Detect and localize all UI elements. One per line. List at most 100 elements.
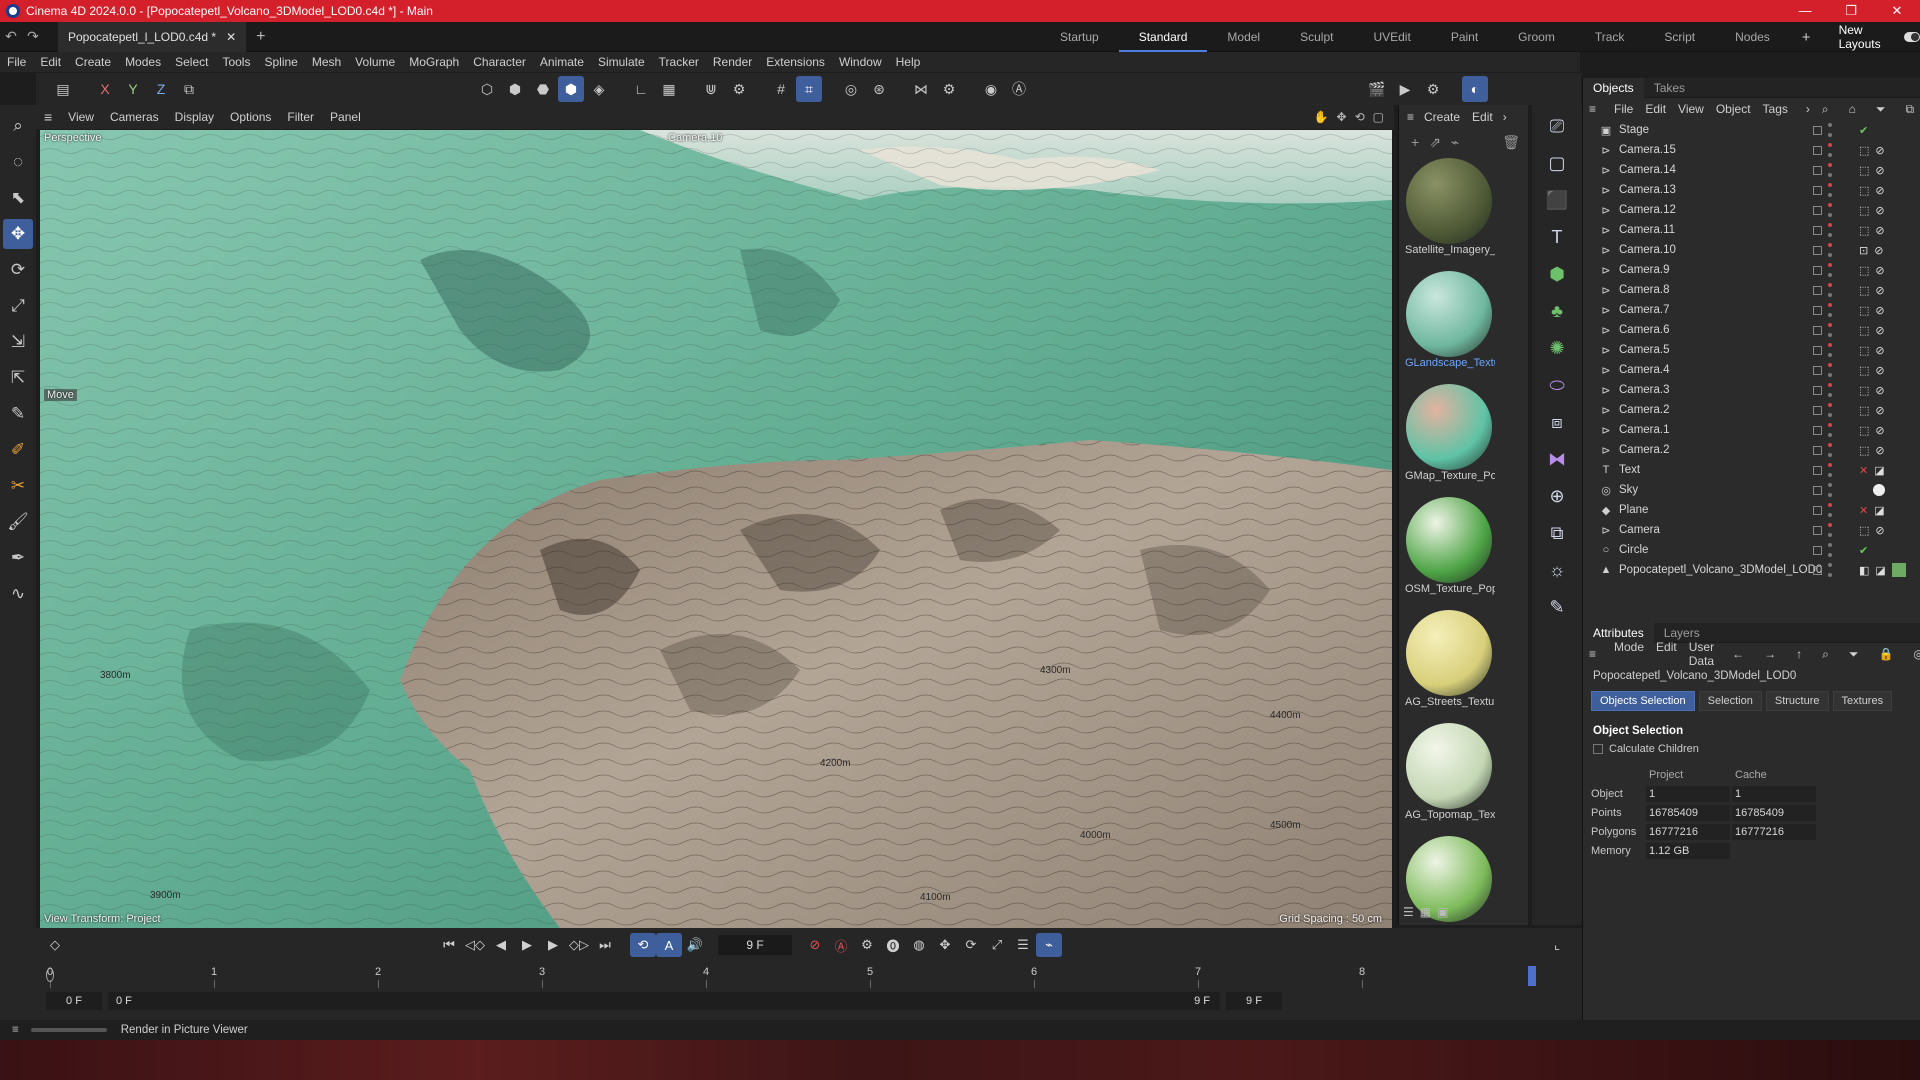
object-row[interactable]: ⊳ Camera.4 ⬚ ⊘	[1583, 360, 1920, 380]
next-key-icon[interactable]: ◇▷	[566, 933, 592, 957]
visibility-dots-icon[interactable]	[1826, 183, 1833, 197]
object-row[interactable]: ⊳ Camera.14 ⬚ ⊘	[1583, 160, 1920, 180]
layer-checkbox-icon[interactable]	[1813, 445, 1822, 455]
deformer-icon[interactable]: ⬭	[1540, 368, 1574, 402]
workplane-icon[interactable]: #	[768, 76, 794, 102]
object-row[interactable]: ⊳ Camera.7 ⬚ ⊘	[1583, 300, 1920, 320]
viewport-solo-icon[interactable]: ◉	[978, 76, 1004, 102]
protection-tag-icon[interactable]: ⊘	[1875, 284, 1884, 297]
visibility-dots-icon[interactable]	[1826, 383, 1833, 397]
edit-icon[interactable]: ✎	[1540, 590, 1574, 624]
material-swatch[interactable]: AG_Topomap_Tex	[1403, 723, 1495, 833]
visibility-dots-icon[interactable]	[1826, 463, 1833, 477]
scale-tool-icon[interactable]: ⤢	[3, 291, 33, 321]
attributes-tab-layers[interactable]: Layers	[1654, 626, 1710, 640]
protection-tag-icon[interactable]: ⊘	[1874, 244, 1883, 257]
visibility-dots-icon[interactable]	[1826, 203, 1833, 217]
spline-pen-icon[interactable]: ✎	[3, 399, 33, 429]
protection-tag-icon[interactable]: ⊘	[1875, 204, 1884, 217]
camera-target-icon[interactable]: ⬚	[1859, 524, 1869, 537]
layer-checkbox-icon[interactable]	[1813, 365, 1822, 375]
soft-selection-icon[interactable]: ◎	[838, 76, 864, 102]
material-swatch[interactable]: GMap_Texture_Po	[1403, 384, 1495, 494]
close-icon[interactable]: ✕	[1874, 3, 1920, 19]
visibility-dots-icon[interactable]	[1826, 323, 1833, 337]
viewport-menu-cameras[interactable]: Cameras	[102, 110, 167, 124]
protection-tag-icon[interactable]: ⊘	[1875, 404, 1884, 417]
camera-target-icon[interactable]: ⬚	[1859, 204, 1869, 217]
up-arrow-icon[interactable]: ↑	[1790, 647, 1808, 662]
layout-tab-paint[interactable]: Paint	[1431, 22, 1498, 52]
menu-tools[interactable]: Tools	[215, 55, 257, 69]
layer-checkbox-icon[interactable]	[1813, 525, 1822, 535]
layer-checkbox-icon[interactable]	[1813, 285, 1822, 295]
effector-icon[interactable]: ✺	[1540, 331, 1574, 365]
camera-target-icon[interactable]: ⬚	[1859, 284, 1869, 297]
camera-target-icon[interactable]: ⬚	[1859, 164, 1869, 177]
model-mode-icon[interactable]: ⬢	[558, 76, 584, 102]
playhead[interactable]	[1528, 966, 1536, 986]
layer-checkbox-icon[interactable]	[1813, 225, 1822, 235]
viewport-move-icon[interactable]: ✥	[1337, 110, 1347, 124]
attr-settings-icon[interactable]: ◎	[1907, 647, 1920, 662]
keyframe-icon[interactable]: ◇	[42, 933, 68, 957]
generator-icon[interactable]: ⬢	[1540, 257, 1574, 291]
filter-icon[interactable]: ⏷	[1870, 102, 1892, 117]
keyframe-selection-icon[interactable]: ⓿	[880, 933, 906, 957]
attr-button-selection[interactable]: Selection	[1698, 691, 1762, 711]
rotation-key-icon[interactable]: ⟳	[958, 933, 984, 957]
enabled-check-icon[interactable]: ✔	[1859, 544, 1868, 557]
objects-menu-object[interactable]: Object	[1710, 102, 1757, 116]
disabled-cross-icon[interactable]: ✕	[1859, 504, 1868, 517]
zoom-search-icon[interactable]: ⌕	[3, 111, 33, 141]
redo-icon[interactable]: ↷	[22, 28, 44, 45]
menu-spline[interactable]: Spline	[257, 55, 304, 69]
uvw-tag-icon[interactable]: ◪	[1875, 564, 1885, 577]
layer-checkbox-icon[interactable]	[1813, 125, 1822, 135]
visibility-dots-icon[interactable]	[1826, 343, 1833, 357]
layer-checkbox-icon[interactable]	[1813, 385, 1822, 395]
lock-icon[interactable]: 🔒	[1872, 647, 1899, 662]
camera-object-icon[interactable]: ⎚	[1540, 109, 1574, 143]
new-layouts-toggle[interactable]	[1904, 32, 1920, 42]
menu-extensions[interactable]: Extensions	[759, 55, 832, 69]
menu-mograph[interactable]: MoGraph	[402, 55, 466, 69]
viewport-rotate-icon[interactable]: ⟲	[1355, 110, 1365, 124]
new-material-icon[interactable]: +	[1411, 134, 1419, 150]
live-selection-icon[interactable]: ◌	[3, 147, 33, 177]
add-tab-icon[interactable]: +	[256, 28, 265, 46]
layer-checkbox-icon[interactable]	[1813, 305, 1822, 315]
grid-snap-icon[interactable]: ⌗	[796, 76, 822, 102]
objects-tab-takes[interactable]: Takes	[1644, 81, 1695, 95]
material-swatch[interactable]: AG_Streets_Textur	[1403, 610, 1495, 720]
object-row[interactable]: ⊳ Camera.9 ⬚ ⊘	[1583, 260, 1920, 280]
viewport-menu-panel[interactable]: Panel	[322, 110, 369, 124]
camera-target-icon[interactable]: ⬚	[1859, 304, 1869, 317]
objects-menu-view[interactable]: View	[1672, 102, 1710, 116]
visibility-dots-icon[interactable]	[1826, 423, 1833, 437]
delete-material-icon[interactable]: 🗑	[1502, 134, 1528, 151]
knife-tool-icon[interactable]: ✒	[3, 543, 33, 573]
objects-tab-objects[interactable]: Objects	[1583, 77, 1644, 98]
tag-icon[interactable]: ◪	[1874, 504, 1884, 517]
menu-mesh[interactable]: Mesh	[305, 55, 348, 69]
coordinate-system-icon[interactable]: ⧉	[176, 76, 202, 102]
visibility-dots-icon[interactable]	[1826, 403, 1833, 417]
current-frame-field[interactable]: 9 F	[718, 935, 792, 955]
cloner-icon[interactable]: ♣	[1540, 294, 1574, 328]
close-tab-icon[interactable]: ✕	[226, 30, 236, 44]
point-level-icon[interactable]: ⌁	[1036, 933, 1062, 957]
protection-tag-icon[interactable]: ⊘	[1875, 144, 1884, 157]
menu-modes[interactable]: Modes	[118, 55, 168, 69]
menu-file[interactable]: File	[0, 55, 33, 69]
viewport-menu-display[interactable]: Display	[167, 110, 222, 124]
minimize-icon[interactable]: —	[1782, 3, 1828, 19]
object-row[interactable]: ⊳ Camera.15 ⬚ ⊘	[1583, 140, 1920, 160]
3d-viewport[interactable]: Perspective Camera.10 Move View Transfor…	[40, 130, 1392, 928]
layout-tab-standard[interactable]: Standard	[1118, 22, 1208, 52]
viewport-menu-options[interactable]: Options	[222, 110, 279, 124]
visibility-dots-icon[interactable]	[1826, 303, 1833, 317]
layer-checkbox-icon[interactable]	[1813, 325, 1822, 335]
selection-tool-icon[interactable]: ⬉	[3, 183, 33, 213]
camera-target-icon[interactable]: ⬚	[1859, 184, 1869, 197]
